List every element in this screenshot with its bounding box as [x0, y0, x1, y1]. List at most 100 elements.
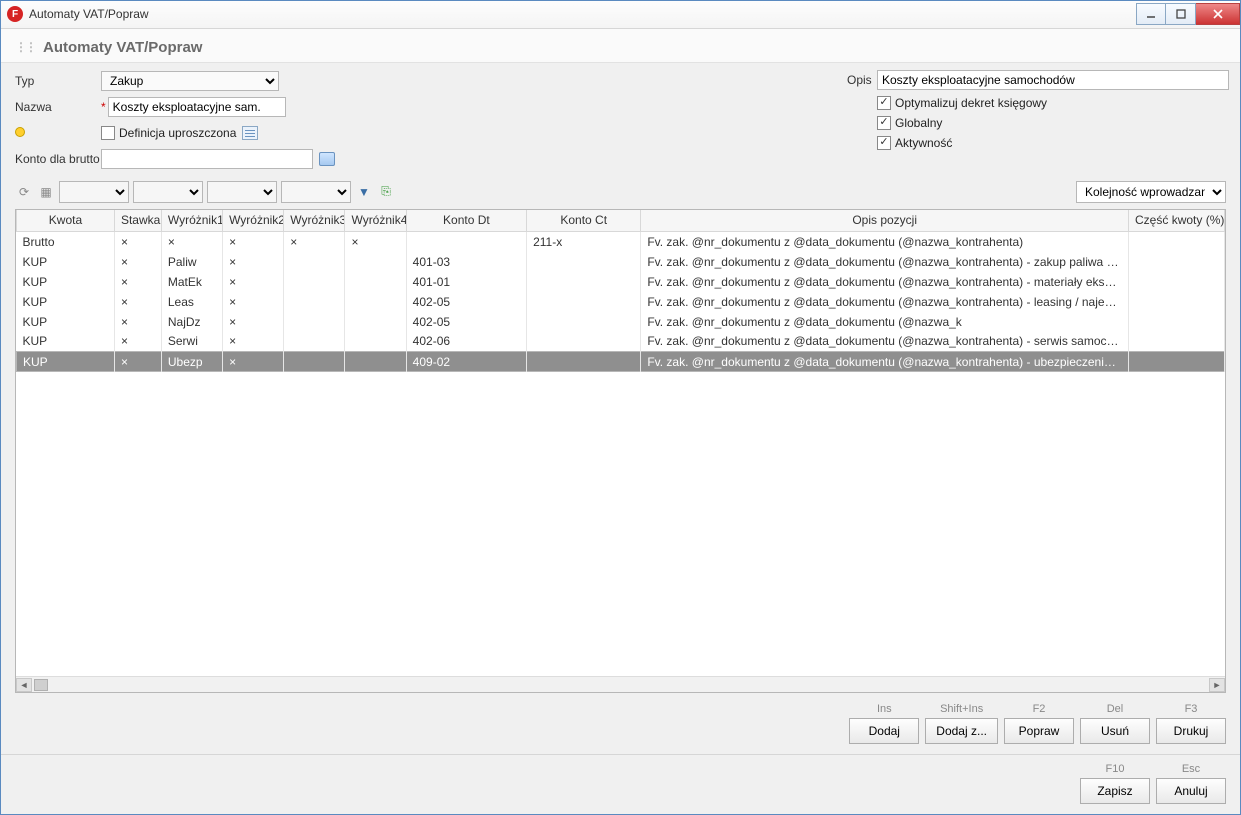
table-row[interactable]: KUP×Ubezp×409-02Fv. zak. @nr_dokumentu z… [17, 352, 1225, 372]
cell-opis[interactable]: Fv. zak. @nr_dokumentu z @data_dokumentu… [641, 252, 1129, 272]
table-row[interactable]: KUP×Serwi×402-06Fv. zak. @nr_dokumentu z… [17, 332, 1225, 352]
cell-w3[interactable] [284, 332, 345, 352]
note-icon[interactable] [242, 126, 258, 140]
konto-brutto-input[interactable] [101, 149, 313, 169]
cell-kwota[interactable]: KUP [17, 352, 115, 372]
cell-w1[interactable]: Ubezp [161, 352, 222, 372]
cell-w4[interactable] [345, 252, 406, 272]
cell-dt[interactable]: 401-01 [406, 272, 526, 292]
filter-select-1[interactable] [59, 181, 129, 203]
zapisz-button[interactable]: Zapisz [1080, 778, 1150, 804]
table-row[interactable]: Brutto×××××211-xFv. zak. @nr_dokumentu z… [17, 232, 1225, 252]
col-kwota[interactable]: Kwota [17, 210, 115, 232]
cell-opis[interactable]: Fv. zak. @nr_dokumentu z @data_dokumentu… [641, 292, 1129, 312]
cell-stawka[interactable]: × [114, 272, 161, 292]
cell-czesc[interactable] [1129, 272, 1225, 292]
cell-dt[interactable]: 409-02 [406, 352, 526, 372]
cell-w4[interactable] [345, 272, 406, 292]
cell-czesc[interactable] [1129, 312, 1225, 332]
cell-stawka[interactable]: × [114, 232, 161, 252]
cell-w3[interactable]: × [284, 232, 345, 252]
cell-dt[interactable]: 401-03 [406, 252, 526, 272]
cell-czesc[interactable] [1129, 232, 1225, 252]
cell-w2[interactable]: × [223, 292, 284, 312]
scroll-thumb[interactable] [34, 679, 48, 691]
table-row[interactable]: KUP×NajDz×402-05Fv. zak. @nr_dokumentu z… [17, 312, 1225, 332]
cell-w4[interactable] [345, 352, 406, 372]
cell-stawka[interactable]: × [114, 312, 161, 332]
cell-w3[interactable] [284, 292, 345, 312]
close-button[interactable] [1196, 3, 1240, 25]
cell-w2[interactable]: × [223, 252, 284, 272]
cell-w3[interactable] [284, 352, 345, 372]
col-w4[interactable]: Wyróżnik4 [345, 210, 406, 232]
cell-w2[interactable]: × [223, 272, 284, 292]
export-icon[interactable]: ⎘ [377, 183, 395, 201]
cell-ct[interactable] [527, 332, 641, 352]
col-czesc[interactable]: Część kwoty (%) [1129, 210, 1225, 232]
usun-button[interactable]: Usuń [1080, 718, 1150, 744]
col-ct[interactable]: Konto Ct [527, 210, 641, 232]
cell-czesc[interactable] [1129, 252, 1225, 272]
cell-czesc[interactable] [1129, 292, 1225, 312]
scroll-left-icon[interactable]: ◄ [16, 678, 32, 692]
cell-dt[interactable] [406, 232, 526, 252]
cell-w1[interactable]: Leas [161, 292, 222, 312]
cell-opis[interactable]: Fv. zak. @nr_dokumentu z @data_dokumentu… [641, 352, 1129, 372]
minimize-button[interactable] [1136, 3, 1166, 25]
cell-dt[interactable]: 402-06 [406, 332, 526, 352]
filter-select-3[interactable] [207, 181, 277, 203]
col-w2[interactable]: Wyróżnik2 [223, 210, 284, 232]
cell-dt[interactable]: 402-05 [406, 292, 526, 312]
cell-w4[interactable] [345, 292, 406, 312]
grid-icon[interactable]: ▦ [37, 183, 55, 201]
cell-w2[interactable]: × [223, 312, 284, 332]
maximize-button[interactable] [1166, 3, 1196, 25]
def-uproszczona-checkbox[interactable] [101, 126, 115, 140]
cell-ct[interactable] [527, 352, 641, 372]
nazwa-input[interactable] [108, 97, 286, 117]
filter-select-2[interactable] [133, 181, 203, 203]
cell-w3[interactable] [284, 252, 345, 272]
dodajz-button[interactable]: Dodaj z... [925, 718, 998, 744]
typ-select[interactable]: Zakup [101, 71, 279, 91]
cell-kwota[interactable]: KUP [17, 292, 115, 312]
cell-w1[interactable]: MatEk [161, 272, 222, 292]
grid[interactable]: Kwota Stawka Wyróżnik1 Wyróżnik2 Wyróżni… [16, 210, 1225, 373]
cell-czesc[interactable] [1129, 352, 1225, 372]
cell-kwota[interactable]: KUP [17, 272, 115, 292]
drukuj-button[interactable]: Drukuj [1156, 718, 1226, 744]
cell-ct[interactable] [527, 292, 641, 312]
cell-ct[interactable]: 211-x [527, 232, 641, 252]
scroll-right-icon[interactable]: ► [1209, 678, 1225, 692]
cell-stawka[interactable]: × [114, 252, 161, 272]
cell-kwota[interactable]: Brutto [17, 232, 115, 252]
cell-w2[interactable]: × [223, 332, 284, 352]
cell-kwota[interactable]: KUP [17, 312, 115, 332]
col-stawka[interactable]: Stawka [114, 210, 161, 232]
funnel-icon[interactable]: ▼ [355, 183, 373, 201]
filter-select-4[interactable] [281, 181, 351, 203]
cell-opis[interactable]: Fv. zak. @nr_dokumentu z @data_dokumentu… [641, 332, 1129, 352]
cell-w1[interactable]: NajDz [161, 312, 222, 332]
cell-ct[interactable] [527, 252, 641, 272]
table-row[interactable]: KUP×Leas×402-05Fv. zak. @nr_dokumentu z … [17, 292, 1225, 312]
col-dt[interactable]: Konto Dt [406, 210, 526, 232]
cell-kwota[interactable]: KUP [17, 252, 115, 272]
cell-w1[interactable]: Serwi [161, 332, 222, 352]
col-opis[interactable]: Opis pozycji [641, 210, 1129, 232]
cell-opis[interactable]: Fv. zak. @nr_dokumentu z @data_dokumentu… [641, 312, 1129, 332]
cell-dt[interactable]: 402-05 [406, 312, 526, 332]
col-w3[interactable]: Wyróżnik3 [284, 210, 345, 232]
cell-ct[interactable] [527, 272, 641, 292]
cell-w3[interactable] [284, 272, 345, 292]
refresh-icon[interactable]: ⟳ [15, 183, 33, 201]
col-w1[interactable]: Wyróżnik1 [161, 210, 222, 232]
cell-w3[interactable] [284, 312, 345, 332]
cell-ct[interactable] [527, 312, 641, 332]
aktywnosc-checkbox[interactable] [877, 136, 891, 150]
opt-dekret-checkbox[interactable] [877, 96, 891, 110]
cell-w1[interactable]: Paliw [161, 252, 222, 272]
cell-opis[interactable]: Fv. zak. @nr_dokumentu z @data_dokumentu… [641, 272, 1129, 292]
popraw-button[interactable]: Popraw [1004, 718, 1074, 744]
